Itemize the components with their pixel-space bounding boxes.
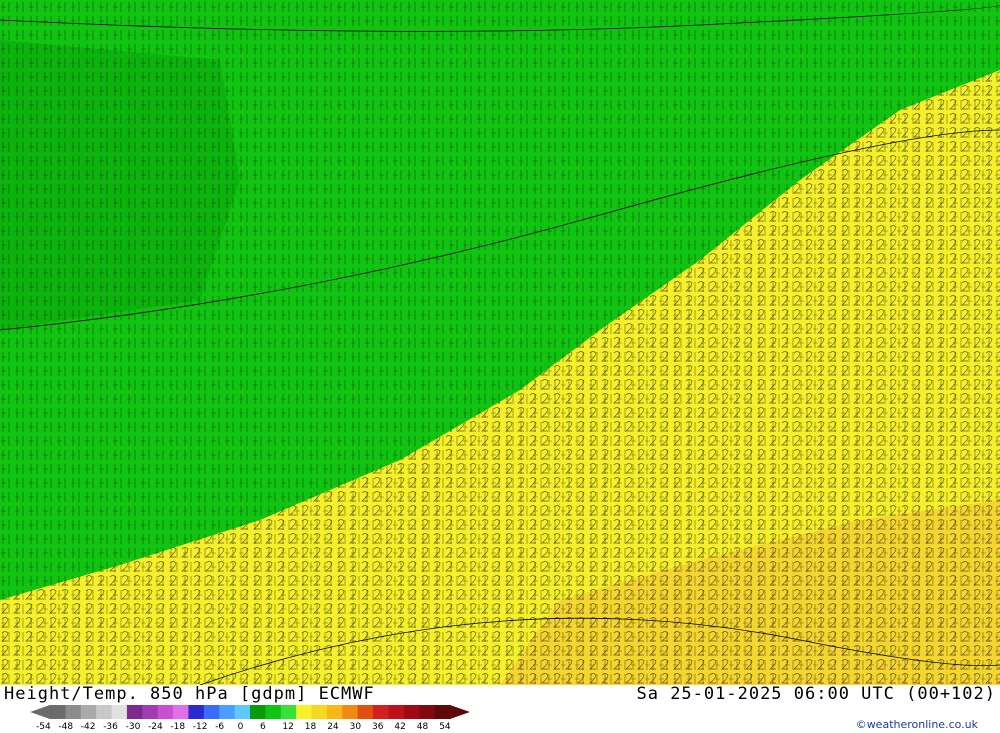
map-datetime: Sa 25-01-2025 06:00 UTC (00+102): [636, 684, 996, 704]
legend-tick-label: 12: [282, 722, 294, 732]
legend-swatch: [219, 705, 236, 719]
legend-tick-label: -30: [125, 722, 141, 732]
legend-swatch: [111, 705, 128, 719]
legend-swatch: [80, 705, 97, 719]
legend-tick-label: 36: [372, 722, 384, 732]
legend-swatch: [142, 705, 159, 719]
legend-tick-label: 0: [237, 722, 244, 732]
legend-tick-label: 6: [260, 722, 266, 732]
legend-tick-label: -42: [80, 722, 96, 732]
legend-swatch: [96, 705, 113, 719]
legend-tick-label: -54: [36, 722, 51, 732]
site-credit[interactable]: ©weatheronline.co.uk: [856, 718, 978, 731]
legend-swatch: [419, 705, 436, 719]
legend-swatch: [342, 705, 359, 719]
color-scale-legend: [30, 705, 470, 719]
legend-tick-label: -24: [148, 722, 163, 732]
legend-swatch: [126, 705, 143, 719]
legend-tick-label: -18: [170, 722, 186, 732]
legend-swatch: [188, 705, 205, 719]
legend-tick-label: 24: [327, 722, 339, 732]
legend-tick-label: -48: [58, 722, 74, 732]
legend-swatch: [65, 705, 82, 719]
legend-swatch: [157, 705, 174, 719]
legend-tick-label: -12: [192, 722, 208, 732]
legend-tick-label: 54: [439, 722, 451, 732]
legend-swatch: [265, 705, 282, 719]
legend-tick-label: 18: [304, 722, 317, 732]
map-title: Height/Temp. 850 hPa [gdpm] ECMWF: [4, 684, 375, 704]
legend-swatch: [234, 705, 251, 719]
legend-right-arrow: [450, 705, 470, 719]
legend-swatch: [326, 705, 343, 719]
legend-tick-label: 42: [394, 722, 406, 732]
legend-swatch: [203, 705, 220, 719]
legend-swatch: [280, 705, 297, 719]
legend-swatch: [50, 705, 66, 719]
legend-swatch: [250, 705, 266, 719]
legend-swatch: [434, 705, 451, 719]
legend-swatch: [388, 705, 405, 719]
legend-tick-label: -6: [215, 722, 225, 732]
legend-swatch: [311, 705, 328, 719]
legend-tick-label: 48: [416, 722, 429, 732]
legend-swatch: [173, 705, 189, 719]
legend-swatch: [357, 705, 374, 719]
legend-swatch: [373, 705, 389, 719]
legend-tick-label: -36: [103, 722, 118, 732]
legend-left-arrow: [30, 705, 50, 719]
temperature-map: [0, 0, 1000, 685]
legend-tick-label: 30: [349, 722, 362, 732]
weather-map-view: Height/Temp. 850 hPa [gdpm] ECMWF Sa 25-…: [0, 0, 1000, 733]
legend-swatch: [296, 705, 313, 719]
legend-swatch: [403, 705, 420, 719]
